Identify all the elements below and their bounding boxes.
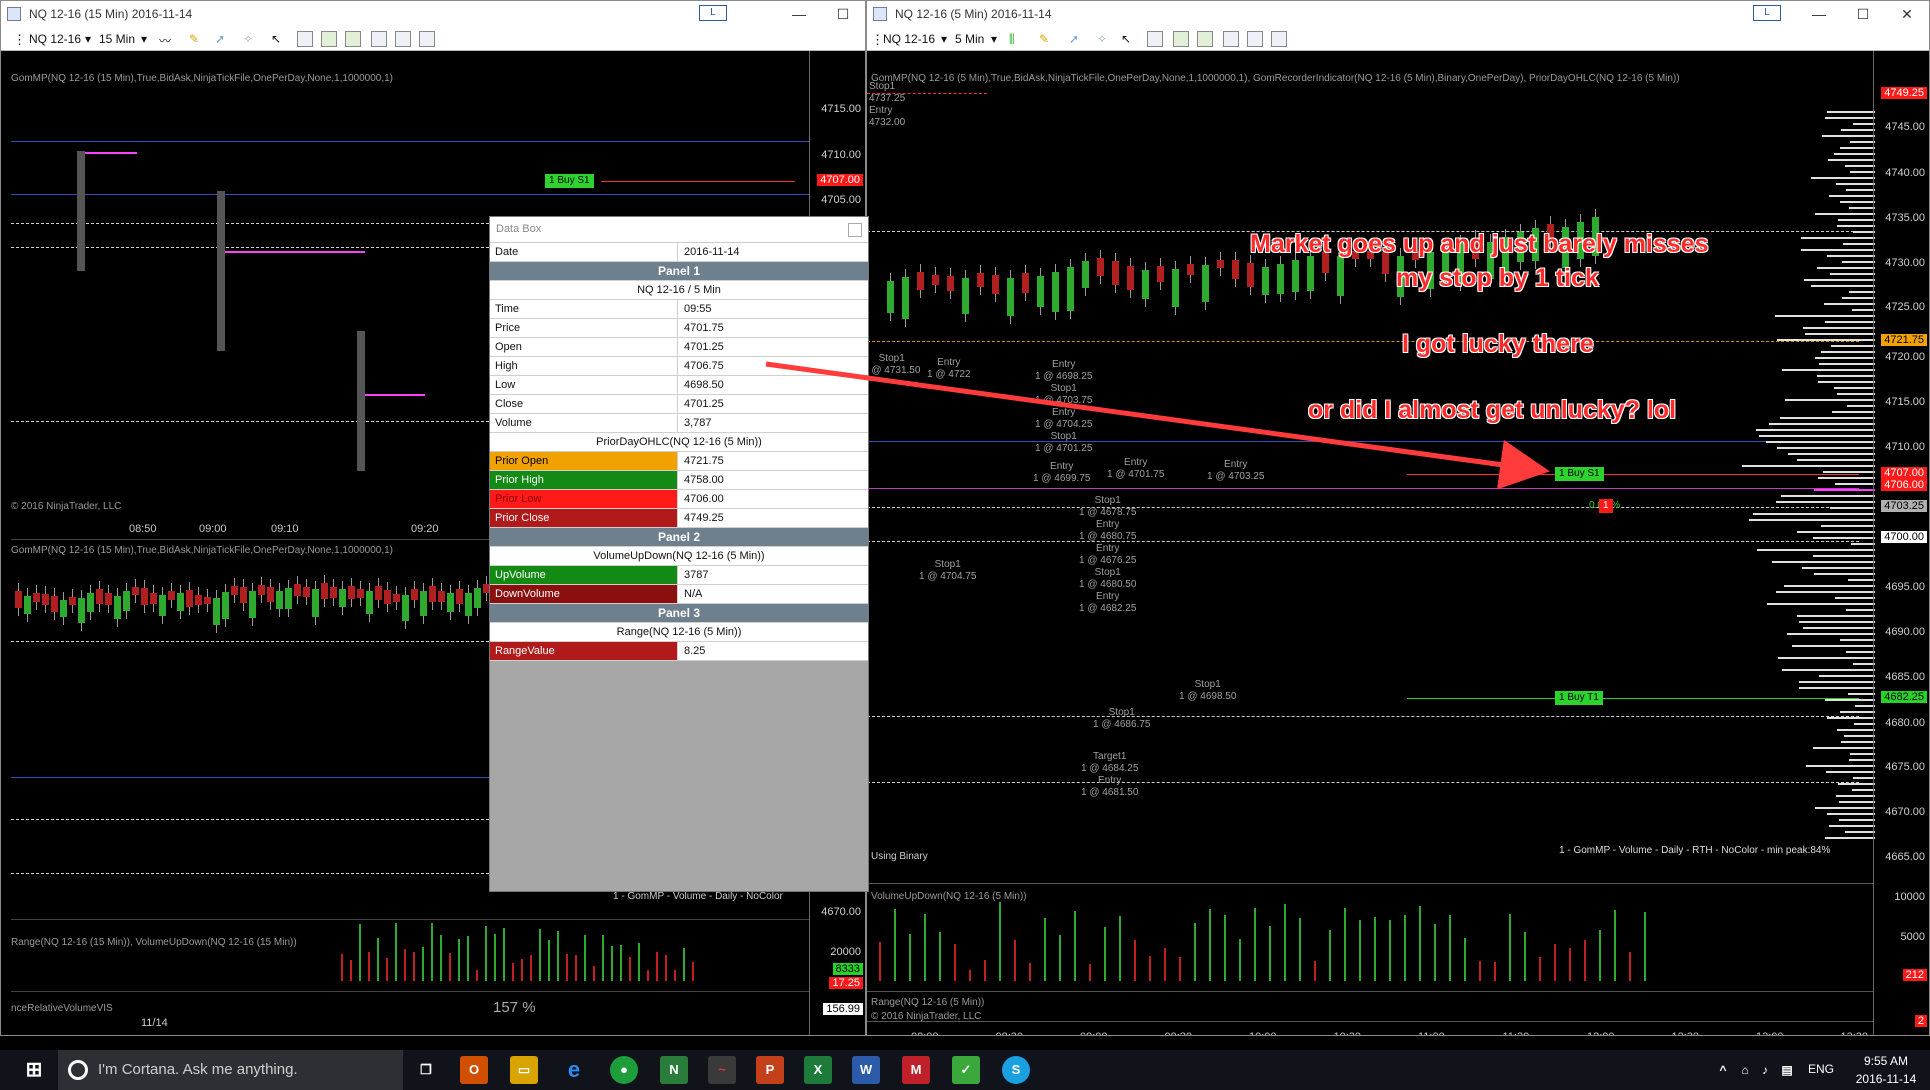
- cortana-search[interactable]: I'm Cortana. Ask me anything.: [58, 1050, 403, 1090]
- task-view-icon[interactable]: ❐: [412, 1056, 440, 1084]
- chevron-up-icon[interactable]: ^: [1714, 1056, 1732, 1084]
- powerpoint-icon[interactable]: P: [756, 1056, 784, 1084]
- clock-date[interactable]: 2016-11-14: [1852, 1072, 1920, 1086]
- excel-icon[interactable]: X: [804, 1056, 832, 1084]
- volume-icon[interactable]: ♪: [1756, 1056, 1774, 1084]
- skype-icon[interactable]: S: [1002, 1056, 1030, 1084]
- file-explorer-icon[interactable]: ▭: [510, 1056, 538, 1084]
- notifications-icon[interactable]: ▤: [1778, 1056, 1796, 1084]
- windows-start-icon[interactable]: ⊞: [20, 1056, 48, 1084]
- language-indicator[interactable]: ENG: [1808, 1062, 1834, 1076]
- ninjatrader-icon[interactable]: N: [660, 1056, 688, 1084]
- windows-taskbar: ⊞ I'm Cortana. Ask me anything. ❐ O ▭ e …: [0, 1050, 1930, 1090]
- app-green-icon[interactable]: ✓: [952, 1056, 980, 1084]
- outlook-icon[interactable]: O: [460, 1056, 488, 1084]
- network-icon[interactable]: ⌂: [1736, 1056, 1754, 1084]
- annotation-arrow: [765, 361, 1550, 490]
- app-m-icon[interactable]: M: [902, 1056, 930, 1084]
- app-red-icon[interactable]: ~: [708, 1056, 736, 1084]
- cortana-placeholder: I'm Cortana. Ask me anything.: [98, 1061, 298, 1078]
- cortana-icon: [68, 1060, 88, 1080]
- chrome-icon[interactable]: ●: [610, 1056, 638, 1084]
- clock-time[interactable]: 9:55 AM: [1856, 1054, 1916, 1068]
- edge-icon[interactable]: e: [560, 1056, 588, 1084]
- word-icon[interactable]: W: [852, 1056, 880, 1084]
